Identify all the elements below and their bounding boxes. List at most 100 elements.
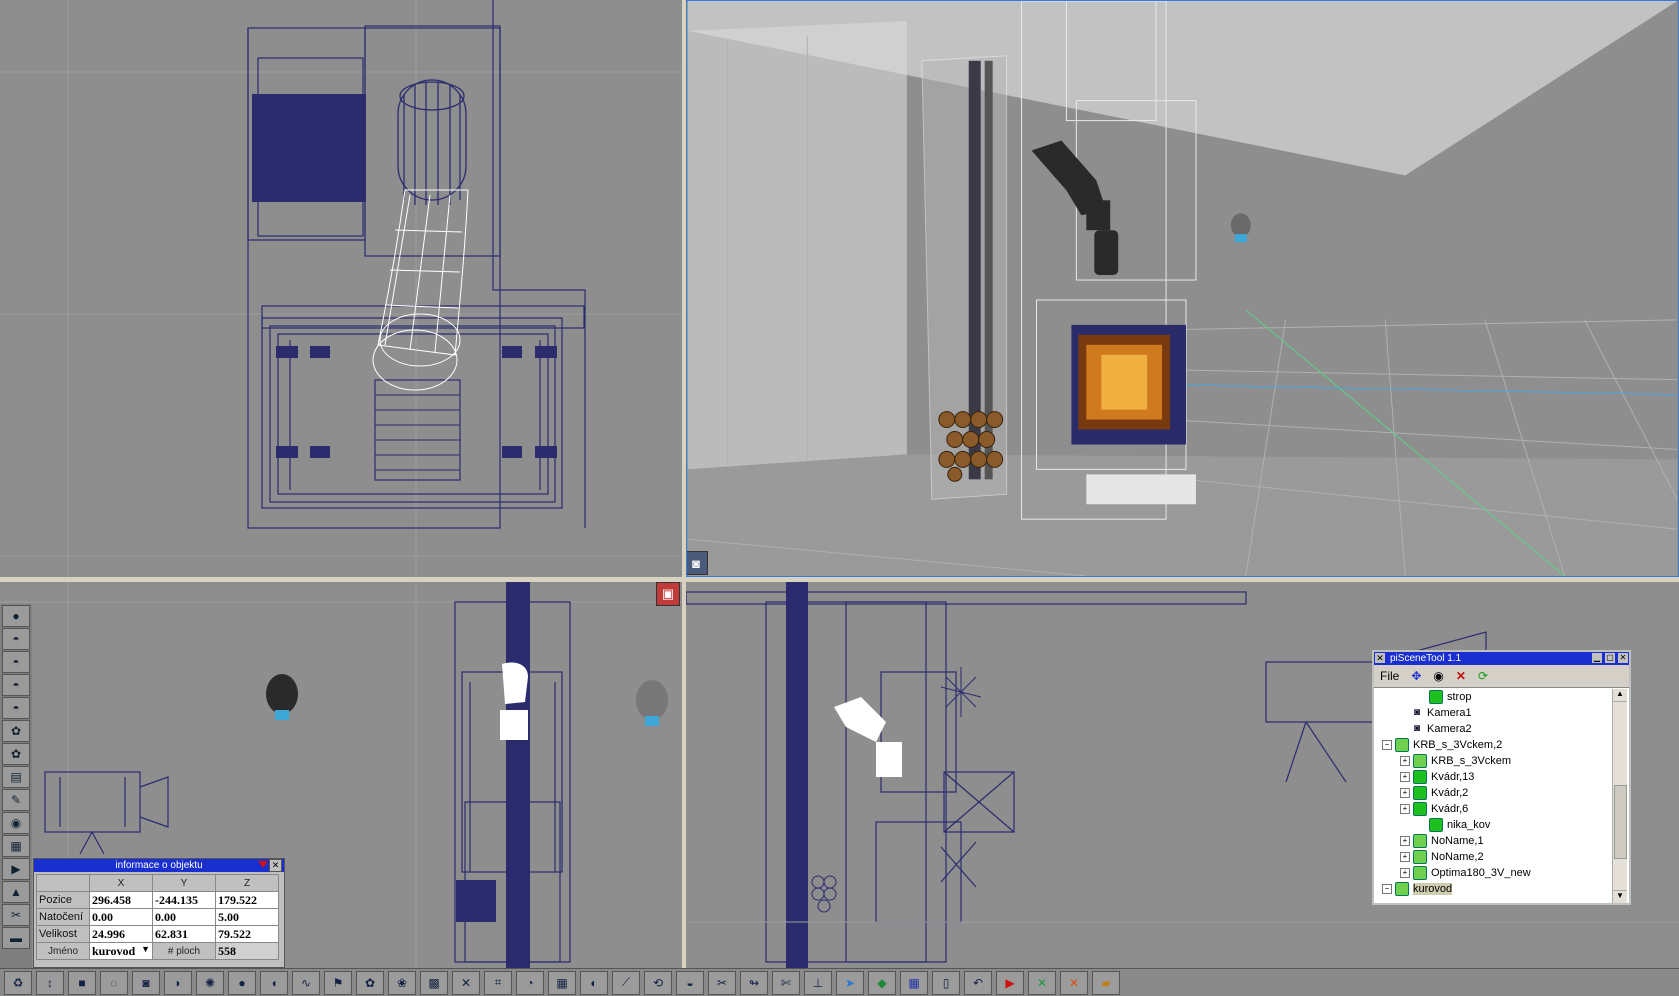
expand-icon[interactable]: + — [1400, 804, 1410, 814]
size-z-field[interactable]: 79.522 — [215, 925, 279, 943]
eye-icon[interactable]: ◉ — [1433, 669, 1443, 683]
scene-tree-node[interactable]: − kurovod — [1376, 881, 1611, 897]
chevron-down-icon[interactable]: ▼ — [141, 944, 150, 954]
select-tool-icon[interactable]: ✥ — [1411, 669, 1421, 683]
blob-icon[interactable]: ◖ — [260, 970, 288, 995]
knot-icon[interactable]: ✺ — [196, 970, 224, 995]
color-icon[interactable]: ◉ — [2, 812, 30, 834]
cursor-icon[interactable]: ➤ — [836, 970, 864, 995]
car-tool-icon[interactable]: ◓ — [2, 651, 30, 673]
viewport-top[interactable] — [0, 0, 682, 577]
expand-icon[interactable]: + — [1400, 788, 1410, 798]
scene-tree-node[interactable]: + KRB_s_3Vckem — [1376, 753, 1611, 769]
refresh-icon[interactable]: ⟳ — [1478, 669, 1488, 683]
close-icon[interactable]: ✕ — [269, 859, 282, 872]
rotation-z-field[interactable]: 5.00 — [215, 908, 279, 926]
scissors-icon[interactable]: ✄ — [772, 970, 800, 995]
undo-icon[interactable]: ↶ — [964, 970, 992, 995]
dropdown-arrow-icon[interactable] — [258, 861, 268, 868]
scene-tree-node[interactable]: ◙ Kamera2 — [1376, 721, 1611, 737]
material-icon[interactable]: ◐ — [580, 970, 608, 995]
scene-tree-node[interactable]: + Optima180_3V_new — [1376, 865, 1611, 881]
position-y-field[interactable]: -244.135 — [152, 891, 216, 909]
camera-icon[interactable]: ◙ — [132, 970, 160, 995]
landscape-icon[interactable]: ▲ — [2, 881, 30, 903]
rotation-y-field[interactable]: 0.00 — [152, 908, 216, 926]
scroll-up-icon[interactable]: ▲ — [1613, 689, 1627, 702]
x-axis-icon[interactable]: ✕ — [1028, 970, 1056, 995]
lathe-icon[interactable]: ◗ — [164, 970, 192, 995]
delete-icon[interactable]: ✕ — [1456, 669, 1466, 683]
collapse-icon[interactable]: − — [1382, 884, 1392, 894]
scene-tree-node[interactable]: ◙ Kamera1 — [1376, 705, 1611, 721]
size-y-field[interactable]: 62.831 — [152, 925, 216, 943]
sphere-icon[interactable]: ● — [228, 970, 256, 995]
objects-icon[interactable]: ✿ — [2, 743, 30, 765]
objects-icon[interactable]: ✿ — [2, 720, 30, 742]
folder-icon[interactable]: ▰ — [1092, 970, 1120, 995]
name-select[interactable]: kurovod ▼ — [89, 942, 153, 960]
cube-icon[interactable]: ◆ — [868, 970, 896, 995]
spline-icon[interactable]: ∿ — [292, 970, 320, 995]
scene-tree-node[interactable]: + NoName,1 — [1376, 833, 1611, 849]
scene-tree[interactable]: strop ◙ Kamera1 ◙ Kamera2− KRB_s_3Vckem,2 + KRB… — [1376, 689, 1611, 903]
camera-view-icon[interactable]: ◙ — [687, 551, 708, 575]
position-x-field[interactable]: 296.458 — [89, 891, 153, 909]
expand-icon[interactable]: + — [1400, 836, 1410, 846]
scene-tree-node[interactable]: + Kvádr,6 — [1376, 801, 1611, 817]
pattern-icon[interactable]: ▩ — [420, 970, 448, 995]
scene-tree-node[interactable]: − KRB_s_3Vckem,2 — [1376, 737, 1611, 753]
expand-icon[interactable]: + — [1400, 852, 1410, 862]
gauge-icon[interactable]: ◒ — [676, 970, 704, 995]
delete-icon[interactable]: ✕ — [1060, 970, 1088, 995]
gradient-icon[interactable]: ▦ — [2, 835, 30, 857]
scene-tree-node[interactable]: strop — [1376, 689, 1611, 705]
collapse-icon[interactable]: − — [1382, 740, 1392, 750]
car-tool-icon[interactable]: ◓ — [2, 628, 30, 650]
paint-icon[interactable]: ❀ — [388, 970, 416, 995]
scroll-down-icon[interactable]: ▼ — [1613, 890, 1627, 903]
mesh-icon[interactable]: ⌗ — [484, 970, 512, 995]
play-icon[interactable]: ▶ — [996, 970, 1024, 995]
close-icon[interactable]: ✕ — [1375, 653, 1385, 663]
position-z-field[interactable]: 179.522 — [215, 891, 279, 909]
car-icon[interactable]: ▬ — [2, 927, 30, 949]
rotation-x-field[interactable]: 0.00 — [89, 908, 153, 926]
size-x-field[interactable]: 24.996 — [89, 925, 153, 943]
close-window-icon[interactable]: ✕ — [1618, 653, 1628, 663]
terrain-icon[interactable]: ▦ — [548, 970, 576, 995]
palette-icon[interactable]: ✿ — [356, 970, 384, 995]
material-icon[interactable]: ✎ — [2, 789, 30, 811]
minimize-icon[interactable]: ▁ — [1592, 653, 1602, 663]
scene-tool-title-bar[interactable]: ✕ piSceneTool 1.1 ▁ ▢ ✕ — [1374, 652, 1629, 665]
recycle-icon[interactable]: ♻ — [4, 970, 32, 995]
document-icon[interactable]: ▯ — [932, 970, 960, 995]
box-icon[interactable]: ■ — [68, 970, 96, 995]
bend-icon[interactable]: ⟋ — [612, 970, 640, 995]
cup-icon[interactable]: ◌ — [100, 970, 128, 995]
move-icon[interactable]: ↕ — [36, 970, 64, 995]
axes-icon[interactable]: ✕ — [452, 970, 480, 995]
create-sphere-icon[interactable]: ● — [2, 605, 30, 627]
scene-tree-node[interactable]: + Kvádr,2 — [1376, 785, 1611, 801]
car-tool-icon[interactable]: ◓ — [2, 697, 30, 719]
grid-icon[interactable]: ▦ — [900, 970, 928, 995]
maximize-icon[interactable]: ▢ — [1605, 653, 1615, 663]
scene-tree-node[interactable]: nika_kov — [1376, 817, 1611, 833]
scene-tree-node[interactable]: + Kvádr,13 — [1376, 769, 1611, 785]
expand-icon[interactable]: + — [1400, 756, 1410, 766]
car-tool-icon[interactable]: ◓ — [2, 674, 30, 696]
scroll-thumb[interactable] — [1614, 785, 1627, 859]
viewport-restore-icon[interactable]: ▣ — [656, 582, 680, 606]
flag-icon[interactable]: ⚑ — [324, 970, 352, 995]
image-icon[interactable]: ▤ — [2, 766, 30, 788]
twist-icon[interactable]: ⟲ — [644, 970, 672, 995]
expand-icon[interactable]: + — [1400, 772, 1410, 782]
file-menu[interactable]: File — [1380, 669, 1399, 683]
sweep-icon[interactable]: ↬ — [740, 970, 768, 995]
cut-icon[interactable]: ✂ — [708, 970, 736, 995]
pivot-icon[interactable]: ⊥ — [804, 970, 832, 995]
expand-icon[interactable]: + — [1400, 868, 1410, 878]
viewport-perspective[interactable]: ▬ ◙ — [686, 0, 1679, 577]
scene-tree-node[interactable]: + NoName,2 — [1376, 849, 1611, 865]
